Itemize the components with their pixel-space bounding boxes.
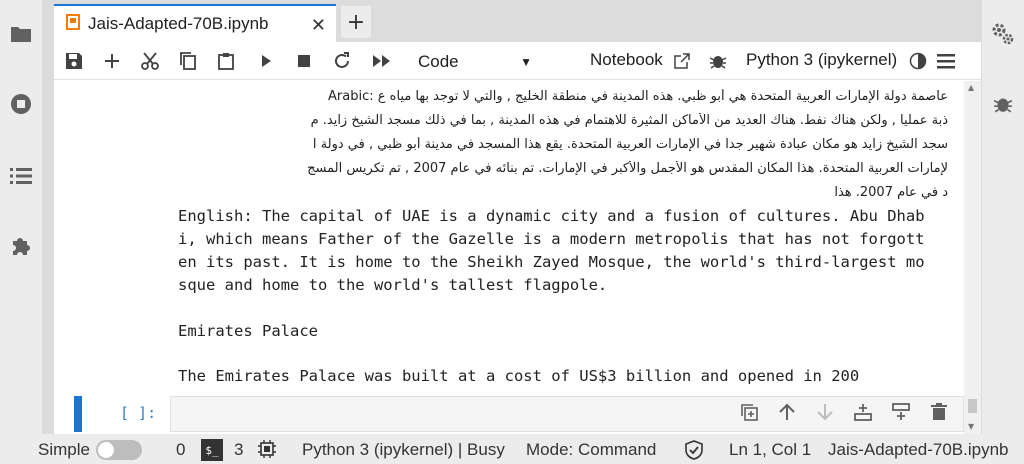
terminal-count[interactable]: 0: [176, 440, 185, 460]
restart-run-all-button[interactable]: [370, 49, 394, 73]
open-notebook-view-button[interactable]: Notebook: [590, 50, 663, 70]
move-down-arrow-icon[interactable]: [813, 400, 837, 424]
active-cell-marker: [74, 396, 82, 432]
insert-below-icon[interactable]: [889, 400, 913, 424]
extension-puzzle-icon[interactable]: [9, 234, 33, 258]
simple-mode-toggle[interactable]: [96, 440, 142, 460]
tab-notebook[interactable]: Jais-Adapted-70B.ipynb ✕: [54, 4, 336, 42]
tab-title: Jais-Adapted-70B.ipynb: [88, 14, 269, 33]
insert-above-icon[interactable]: [851, 400, 875, 424]
notebook-file-icon: [66, 14, 80, 34]
output-arabic-line: سجد الشيخ زايد هو مكان عبادة شهير جدا في…: [312, 137, 948, 152]
output-english-line: i, which means Father of the Gazelle is …: [178, 230, 925, 248]
delete-trash-icon[interactable]: [927, 400, 951, 424]
move-up-arrow-icon[interactable]: [775, 400, 799, 424]
restart-button[interactable]: [330, 49, 354, 73]
debugger-bug-icon[interactable]: [991, 92, 1015, 116]
property-inspector-gears-icon[interactable]: [991, 22, 1015, 46]
save-icon: [66, 53, 82, 69]
run-button[interactable]: [254, 49, 278, 73]
output-english-line: en its past. It is home to the Sheikh Za…: [178, 253, 925, 271]
menu-hamburger-icon[interactable]: [934, 49, 958, 73]
output-english-line: sque and home to the world's tallest fla…: [178, 276, 608, 294]
scroll-up-icon[interactable]: ▲: [968, 83, 974, 92]
notebook-panel: Code ▼ Notebook Python 3 (ipykernel) عاص…: [54, 42, 981, 434]
main-area: Jais-Adapted-70B.ipynb ✕ + Code ▼ Notebo…: [54, 0, 981, 434]
status-bar: Simple 0 $_ 3 Python 3 (ipykernel) | Bus…: [0, 434, 1024, 464]
copy-icon: [180, 52, 196, 70]
insert-cell-button[interactable]: [100, 49, 124, 73]
input-prompt: [ ]:: [120, 404, 157, 422]
shield-check-icon[interactable]: [684, 440, 704, 464]
cursor-position[interactable]: Ln 1, Col 1: [729, 440, 811, 460]
kernel-chip-icon: [258, 440, 276, 463]
status-filename: Jais-Adapted-70B.ipynb: [828, 440, 1009, 459]
output-arabic-line: د في عام 2007. هذا: [834, 185, 948, 200]
stop-icon: [298, 55, 310, 67]
scroll-thumb[interactable]: [968, 399, 977, 413]
output-arabic-line: ذبة عمليا , ولكن هناك نفط. هناك العديد م…: [310, 113, 948, 128]
kernel-name-button[interactable]: Python 3 (ipykernel): [746, 50, 897, 70]
cell-output: عاصمة دولة الإمارات العربية المتحدة هي أ…: [54, 81, 964, 391]
output-heading: Emirates Palace: [178, 322, 318, 340]
kernel-status-text[interactable]: Python 3 (ipykernel) | Busy: [302, 440, 505, 460]
cut-button[interactable]: [138, 49, 162, 73]
folder-icon[interactable]: [9, 22, 33, 46]
command-mode-text: Mode: Command: [526, 440, 657, 459]
output-arabic-line: لإمارات العربية المتحدة. هذا المكان المق…: [307, 161, 948, 176]
output-last-line: The Emirates Palace was built at a cost …: [178, 367, 860, 385]
plus-icon: [105, 54, 119, 68]
open-external-icon[interactable]: [670, 49, 694, 73]
scissors-icon: [141, 52, 159, 70]
right-sidebar: [982, 0, 1024, 434]
clipboard-icon: [218, 53, 234, 70]
play-icon: [262, 55, 271, 67]
paste-button[interactable]: [214, 49, 238, 73]
interrupt-button[interactable]: [292, 49, 316, 73]
simple-mode-label: Simple: [38, 440, 90, 459]
cell-toolbar: [737, 400, 951, 426]
duplicate-cell-icon[interactable]: [737, 400, 761, 424]
save-button[interactable]: [62, 49, 86, 73]
notebook-toolbar: Code ▼ Notebook Python 3 (ipykernel): [54, 42, 981, 80]
kernel-count[interactable]: 3: [234, 440, 243, 460]
new-tab-button[interactable]: +: [341, 6, 371, 38]
refresh-icon: [335, 52, 349, 68]
kernel-status-icon: [906, 49, 930, 73]
left-sidebar: [0, 0, 42, 434]
fast-forward-icon: [373, 55, 390, 67]
close-tab-icon[interactable]: ✕: [311, 15, 326, 36]
tab-bar: Jais-Adapted-70B.ipynb ✕ +: [54, 0, 981, 42]
cell-type-select[interactable]: Code ▼: [418, 49, 542, 75]
debugger-bug-icon[interactable]: [706, 49, 730, 73]
terminal-icon: $_: [201, 439, 223, 461]
cell-type-value: Code: [418, 52, 459, 71]
chevron-down-icon: ▼: [520, 55, 532, 69]
output-english-line: English: The capital of UAE is a dynamic…: [178, 207, 925, 225]
scroll-down-icon[interactable]: ▼: [968, 422, 974, 431]
plus-icon: +: [346, 9, 366, 35]
output-arabic-line: عاصمة دولة الإمارات العربية المتحدة هي أ…: [328, 89, 948, 104]
toc-list-icon[interactable]: [9, 164, 33, 188]
running-stop-icon[interactable]: [9, 92, 33, 116]
copy-button[interactable]: [176, 49, 200, 73]
scrollbar[interactable]: ▲ ▼: [964, 81, 981, 434]
